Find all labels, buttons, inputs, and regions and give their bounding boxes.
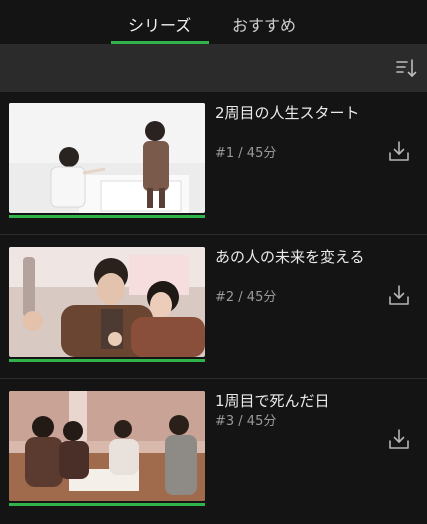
episode-item-1[interactable]: 2周目の人生スタート #1 / 45分 <box>0 92 427 236</box>
tab-recommended[interactable]: おすすめ <box>232 12 296 36</box>
episode-meta: #1 / 45分 <box>215 146 277 161</box>
episode-title: 1周目で死んだ日 <box>215 392 330 410</box>
episode-item-2[interactable]: あの人の未来を変える #2 / 45分 <box>0 236 427 380</box>
episode-meta: #2 / 45分 <box>215 290 277 305</box>
list-divider <box>0 378 427 379</box>
episode-thumbnail-1[interactable] <box>9 103 205 218</box>
episode-item-3[interactable]: 1周目で死んだ日 #3 / 45分 <box>0 380 427 524</box>
watch-progress-bar <box>9 215 205 218</box>
episode-title: あの人の未来を変える <box>215 248 365 266</box>
episode-thumbnail-2[interactable] <box>9 247 205 362</box>
sort-descending-icon[interactable] <box>395 57 417 79</box>
download-icon[interactable] <box>388 284 410 306</box>
download-icon[interactable] <box>388 428 410 450</box>
tab-series[interactable]: シリーズ <box>128 12 191 36</box>
watch-progress-bar <box>9 359 205 362</box>
watch-progress-fill <box>9 215 205 218</box>
episode-meta: #3 / 45分 <box>215 414 277 429</box>
list-toolbar <box>0 44 427 92</box>
episode-title: 2周目の人生スタート <box>215 104 360 122</box>
download-icon[interactable] <box>388 140 410 162</box>
list-divider <box>0 234 427 235</box>
episode-thumbnail-3[interactable] <box>9 391 205 506</box>
watch-progress-fill <box>9 359 205 362</box>
watch-progress-bar <box>9 503 205 506</box>
watch-progress-fill <box>9 503 205 506</box>
tab-bar: シリーズ おすすめ <box>0 0 427 44</box>
